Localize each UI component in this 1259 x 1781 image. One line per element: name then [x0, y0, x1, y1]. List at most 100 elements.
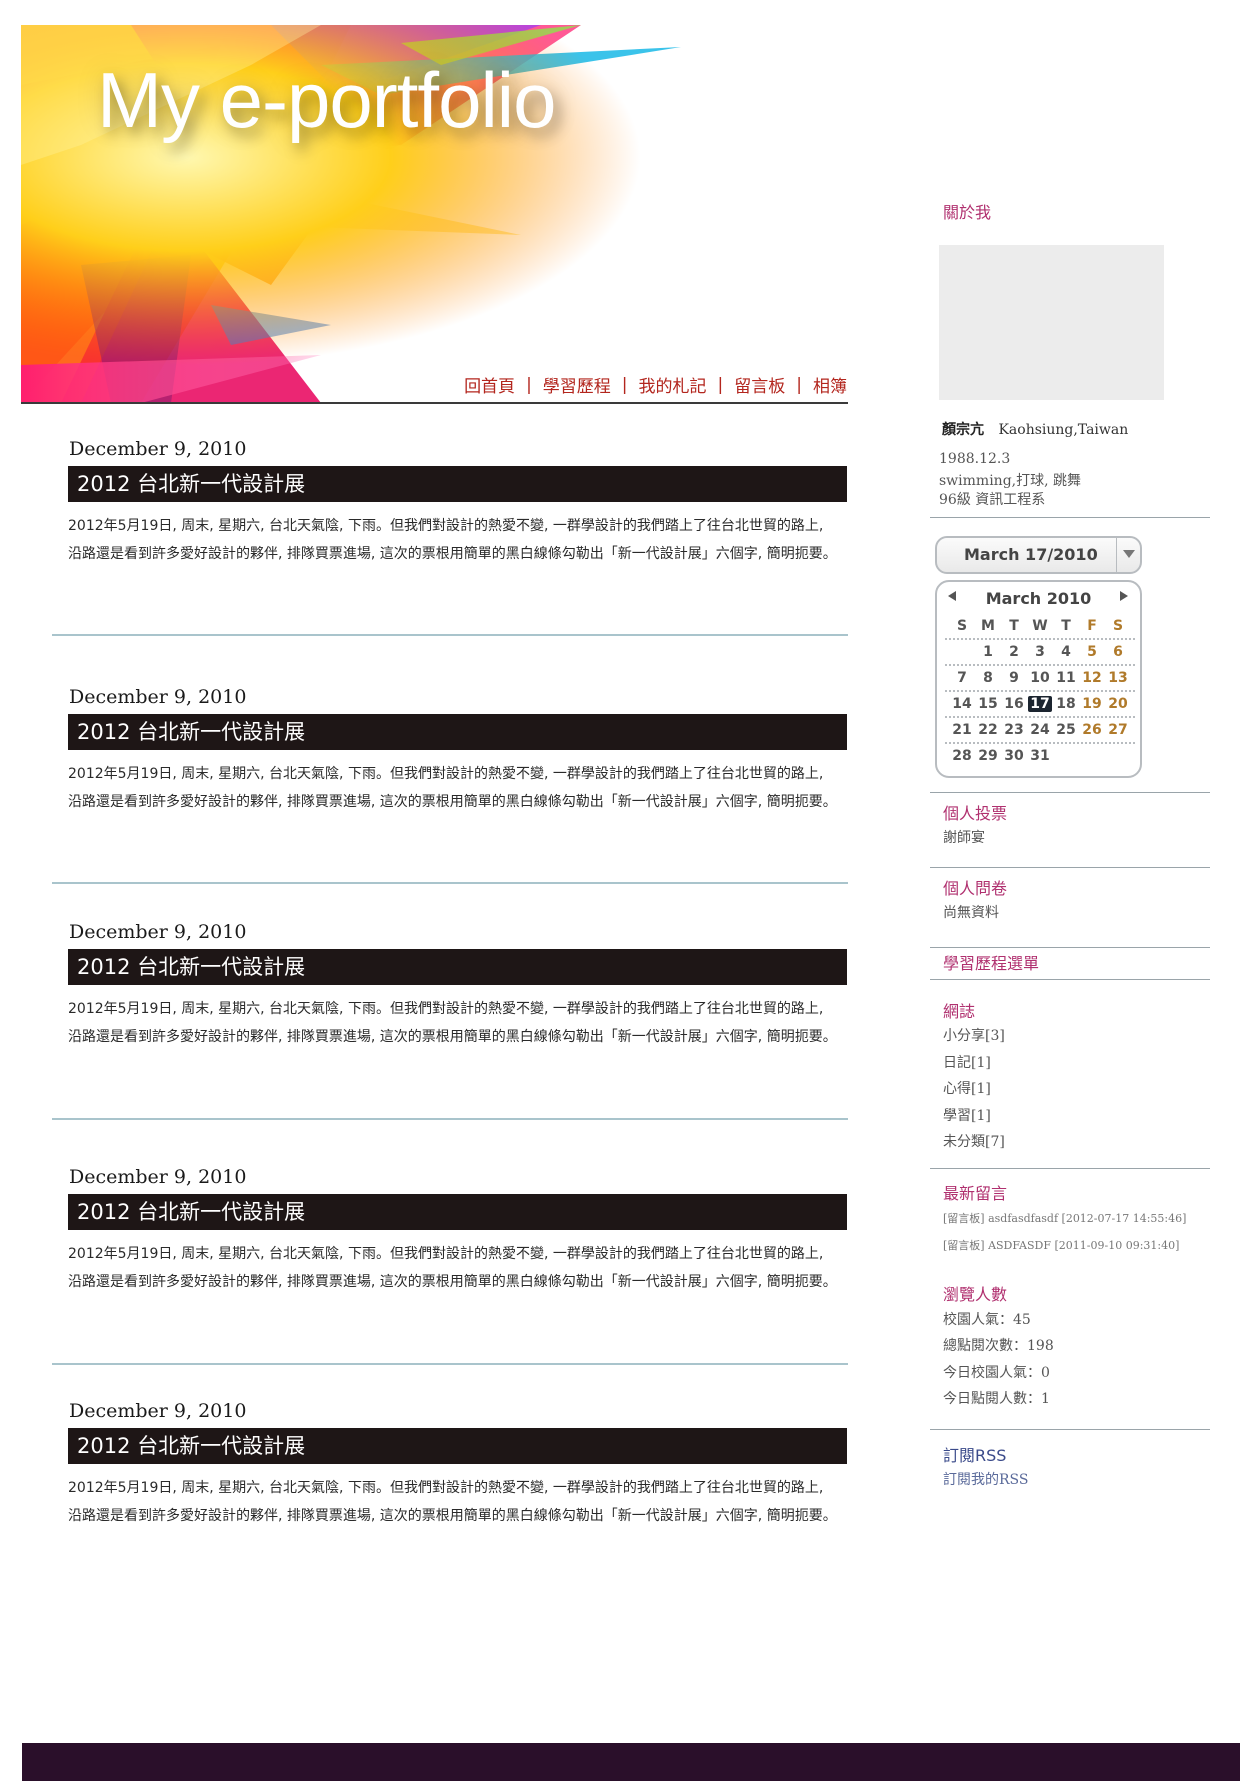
calendar-day[interactable]: 27 [1105, 722, 1131, 738]
dropdown-arrow-icon [1123, 550, 1135, 558]
calendar-day[interactable]: 8 [975, 670, 1001, 686]
calendar-day[interactable]: 31 [1027, 748, 1053, 764]
calendar-day[interactable]: 28 [949, 748, 975, 764]
calendar-day[interactable]: 20 [1105, 696, 1131, 712]
calendar-day[interactable]: 21 [949, 722, 975, 738]
blog-category-link[interactable]: 心得[1] [943, 1078, 991, 1098]
nav-album-link[interactable]: 相簿 [813, 372, 847, 397]
calendar-day[interactable]: 11 [1053, 670, 1079, 686]
calendar-day[interactable]: 2 [1001, 644, 1027, 660]
sidebar-divider [930, 1429, 1210, 1430]
calendar-day[interactable]: 24 [1027, 722, 1053, 738]
rss-heading[interactable]: 訂閱RSS [943, 1442, 1006, 1466]
post-body: 2012年5月19日, 周末, 星期六, 台北天氣陰, 下雨。但我們對設計的熱愛… [68, 1246, 837, 1290]
sidebar-divider [930, 1168, 1210, 1169]
calendar-day[interactable]: 15 [975, 696, 1001, 712]
calendar-month-label: March 2010 [985, 589, 1092, 608]
nav-separator: | [717, 374, 724, 395]
calendar-day[interactable]: 5 [1079, 644, 1105, 660]
calendar-weekday-header: F [1087, 618, 1097, 634]
post-title[interactable]: 2012 台北新一代設計展 [68, 949, 847, 985]
sidebar-divider [930, 867, 1210, 868]
calendar-day[interactable]: 29 [975, 748, 1001, 764]
calendar-day[interactable]: 16 [1001, 696, 1027, 712]
calendar-day[interactable]: 7 [949, 670, 975, 686]
calendar-selected-day[interactable]: 17 [1028, 696, 1052, 712]
sidebar-divider [930, 792, 1210, 793]
calendar-day[interactable]: 25 [1053, 722, 1079, 738]
blog-category-link[interactable]: 小分享[3] [943, 1025, 1005, 1045]
calendar: March 2010 S M T W T F S 1 2 3 4 5 6 7 8 9 10 11 12 13 14 15 1… [935, 580, 1142, 778]
post-divider [52, 1363, 848, 1365]
date-picker-toggle[interactable] [1116, 538, 1140, 572]
avatar [939, 245, 1164, 400]
nav-notes-link[interactable]: 我的札記 [639, 372, 707, 397]
post-date: December 9, 2010 [69, 438, 247, 460]
personal-vote-item[interactable]: 謝師宴 [943, 827, 985, 847]
latest-message-link[interactable]: [留言板] asdfasdfasdf [2012-07-17 14:55:46] [943, 1210, 1186, 1226]
calendar-week-row: 7 8 9 10 11 12 13 [945, 666, 1135, 692]
calendar-day[interactable]: 4 [1053, 644, 1079, 660]
date-picker[interactable]: March 17/2010 [935, 536, 1142, 574]
calendar-day[interactable]: 23 [1001, 722, 1027, 738]
calendar-weekday-header: S [1112, 618, 1124, 634]
post-title[interactable]: 2012 台北新一代設計展 [68, 466, 847, 502]
calendar-week-row: 123456 [945, 640, 1135, 666]
blog-category-link[interactable]: 日記[1] [943, 1052, 991, 1072]
post-title[interactable]: 2012 台北新一代設計展 [68, 1428, 847, 1464]
calendar-day[interactable]: 3 [1027, 644, 1053, 660]
post-divider [52, 1118, 848, 1120]
post-divider [52, 634, 848, 636]
blog-heading: 網誌 [943, 1002, 976, 1021]
nav-learning-history-link[interactable]: 學習歷程 [543, 372, 611, 397]
header-divider [21, 402, 848, 404]
top-navigation: 回首頁 | 學習歷程 | 我的札記 | 留言板 | 相簿 [464, 372, 847, 398]
calendar-day[interactable]: 10 [1027, 670, 1053, 686]
learning-menu-link[interactable]: 學習歷程選單 [943, 950, 1039, 974]
visitors-heading: 瀏覽人數 [943, 1285, 1008, 1304]
date-picker-value: March 17/2010 [964, 545, 1098, 564]
calendar-day[interactable]: 12 [1079, 670, 1105, 686]
blog-category-link[interactable]: 未分類[7] [943, 1131, 1005, 1151]
profile-hobbies: swimming,打球, 跳舞 [939, 473, 1082, 489]
calendar-day[interactable]: 17 [1027, 696, 1053, 712]
calendar-day[interactable]: 19 [1079, 696, 1105, 712]
post-body: 2012年5月19日, 周末, 星期六, 台北天氣陰, 下雨。但我們對設計的熱愛… [68, 766, 837, 810]
calendar-day[interactable]: 1 [975, 644, 1001, 660]
post-title[interactable]: 2012 台北新一代設計展 [68, 1194, 847, 1230]
calendar-weekday-header: S [956, 618, 968, 634]
calendar-week-row: 21 22 23 24 25 26 27 [945, 718, 1135, 744]
calendar-day[interactable]: 13 [1105, 670, 1131, 686]
nav-home-link[interactable]: 回首頁 [464, 372, 515, 397]
nav-separator: | [621, 374, 628, 395]
calendar-day[interactable]: 26 [1079, 722, 1105, 738]
header-banner: My e-portfolio 回首頁 | 學習歷程 | 我的札記 | 留言板 |… [21, 25, 847, 403]
right-triangle-icon[interactable] [1120, 591, 1129, 601]
profile-birthday: 1988.12.3 [939, 451, 1011, 467]
personal-vote-heading: 個人投票 [943, 804, 1008, 823]
post-title[interactable]: 2012 台北新一代設計展 [68, 714, 847, 750]
profile-location: Kaohsiung,Taiwan [998, 422, 1129, 438]
calendar-day[interactable]: 18 [1053, 696, 1079, 712]
calendar-day[interactable]: 14 [949, 696, 975, 712]
post-date: December 9, 2010 [69, 921, 247, 943]
calendar-day[interactable]: 6 [1105, 644, 1131, 660]
nav-separator: | [796, 374, 802, 395]
visitor-stat: 今日點閱人數：1 [943, 1391, 1050, 1407]
calendar-weekday-header: T [1009, 618, 1019, 634]
calendar-day[interactable]: 22 [975, 722, 1001, 738]
calendar-day[interactable]: 9 [1001, 670, 1027, 686]
visitor-stat: 今日校園人氣：0 [943, 1365, 1050, 1381]
blog-category-link[interactable]: 學習[1] [943, 1105, 991, 1125]
calendar-day[interactable]: 30 [1001, 748, 1027, 764]
calendar-week-row: 14 15 16 17 18 19 20 [945, 692, 1135, 718]
profile-class: 96級 資訊工程系 [939, 492, 1046, 508]
visitor-stat: 總點閱次數：198 [943, 1338, 1054, 1354]
visitor-stat: 校園人氣：45 [943, 1312, 1031, 1328]
latest-message-link[interactable]: [留言板] ASDFASDF [2011-09-10 09:31:40] [943, 1237, 1179, 1253]
nav-guestbook-link[interactable]: 留言板 [734, 372, 785, 397]
calendar-weekday-header: M [981, 618, 995, 634]
rss-subscribe-link[interactable]: 訂閱我的RSS [943, 1469, 1028, 1489]
personal-survey-item: 尚無資料 [943, 905, 999, 921]
post-date: December 9, 2010 [69, 1166, 247, 1188]
